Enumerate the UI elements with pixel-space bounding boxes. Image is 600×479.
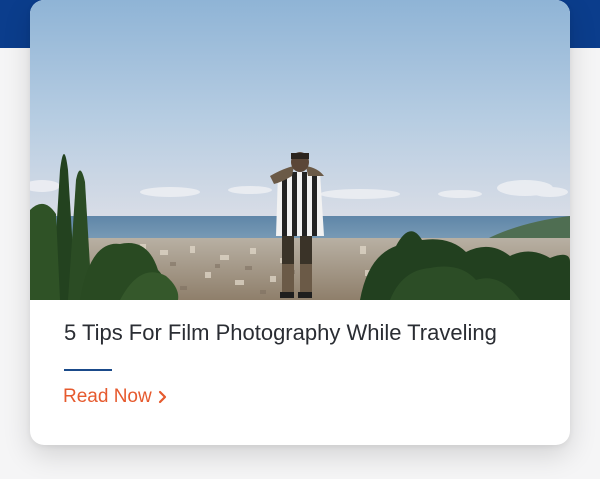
- article-image: [30, 0, 570, 300]
- article-card[interactable]: 5 Tips For Film Photography While Travel…: [30, 0, 570, 445]
- page: 5 Tips For Film Photography While Travel…: [0, 0, 600, 479]
- read-now-link[interactable]: Read Now: [63, 384, 168, 410]
- chevron-right-icon: [158, 390, 166, 404]
- title-divider: [64, 369, 112, 371]
- read-now-label: Read Now: [63, 386, 152, 407]
- article-title: 5 Tips For Film Photography While Travel…: [64, 320, 497, 345]
